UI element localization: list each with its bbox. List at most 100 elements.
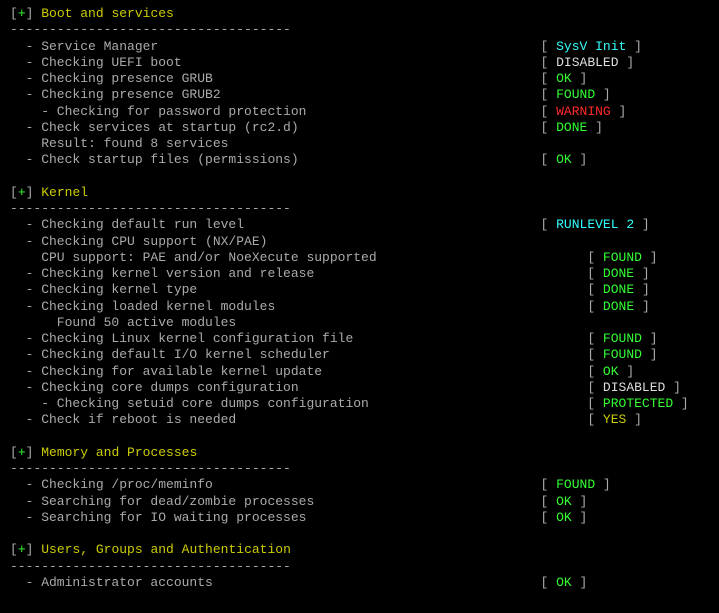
- section-header: [+] Kernel: [10, 185, 709, 201]
- status-bracket: [: [541, 575, 557, 590]
- bracket: ]: [26, 6, 42, 21]
- check-line: - Checking CPU support (NX/PAE): [10, 234, 709, 250]
- check-label: - Checking /proc/meminfo: [10, 477, 213, 492]
- status-value: DISABLED: [556, 55, 618, 70]
- blank-line: [10, 591, 709, 607]
- bracket: ]: [26, 445, 42, 460]
- status-bracket: [: [541, 152, 557, 167]
- status-bracket: ]: [626, 412, 642, 427]
- status-bracket: [: [587, 299, 603, 314]
- check-line: - Check services at startup (rc2.d) [ DO…: [10, 120, 709, 136]
- status-bracket: [: [541, 71, 557, 86]
- status-value: DONE: [603, 299, 634, 314]
- divider: ------------------------------------: [10, 201, 709, 217]
- status-bracket: [: [541, 120, 557, 135]
- status-value: OK: [556, 494, 572, 509]
- plus-icon: +: [18, 445, 26, 460]
- status-bracket: ]: [572, 494, 588, 509]
- check-label: - Checking loaded kernel modules: [10, 299, 275, 314]
- status-bracket: ]: [642, 347, 658, 362]
- status-bracket: ]: [634, 266, 650, 281]
- check-label: - Checking presence GRUB2: [10, 87, 221, 102]
- status-bracket: ]: [611, 104, 627, 119]
- status-bracket: ]: [673, 396, 689, 411]
- status-value: DONE: [556, 120, 587, 135]
- status-bracket: [: [587, 266, 603, 281]
- section-header: [+] Users, Groups and Authentication: [10, 542, 709, 558]
- status-value: YES: [603, 412, 626, 427]
- status-bracket: ]: [572, 71, 588, 86]
- check-line: - Checking loaded kernel modules [ DONE …: [10, 299, 709, 315]
- check-line: - Checking default I/O kernel scheduler …: [10, 347, 709, 363]
- bracket: ]: [26, 542, 42, 557]
- status-bracket: [: [541, 217, 557, 232]
- status-value: OK: [556, 575, 572, 590]
- check-label: - Checking for password protection: [10, 104, 306, 119]
- status-bracket: ]: [619, 364, 635, 379]
- status-bracket: [: [587, 412, 603, 427]
- section-title: Users, Groups and Authentication: [41, 542, 291, 557]
- check-line: Found 50 active modules: [10, 315, 709, 331]
- status-value: RUNLEVEL 2: [556, 217, 634, 232]
- status-bracket: ]: [634, 299, 650, 314]
- section-title: Kernel: [41, 185, 88, 200]
- status-bracket: [: [587, 364, 603, 379]
- check-line: - Checking for password protection [ WAR…: [10, 104, 709, 120]
- blank-line: [10, 526, 709, 542]
- status-value: FOUND: [603, 250, 642, 265]
- check-label: - Check services at startup (rc2.d): [10, 120, 299, 135]
- status-bracket: [: [587, 347, 603, 362]
- section-title: Memory and Processes: [41, 445, 197, 460]
- blank-line: [10, 429, 709, 445]
- check-label: - Checking kernel version and release: [10, 266, 314, 281]
- check-label: - Checking Linux kernel configuration fi…: [10, 331, 353, 346]
- status-bracket: [: [587, 282, 603, 297]
- plus-icon: +: [18, 6, 26, 21]
- status-bracket: [: [541, 39, 557, 54]
- status-bracket: [: [587, 250, 603, 265]
- check-label: CPU support: PAE and/or NoeXecute suppor…: [10, 250, 377, 265]
- check-line: - Checking setuid core dumps configurati…: [10, 396, 709, 412]
- check-line: - Checking /proc/meminfo [ FOUND ]: [10, 477, 709, 493]
- check-label: - Check startup files (permissions): [10, 152, 299, 167]
- status-value: FOUND: [556, 87, 595, 102]
- status-bracket: [: [587, 380, 603, 395]
- status-value: SysV Init: [556, 39, 626, 54]
- status-bracket: [: [541, 104, 557, 119]
- bracket: [: [10, 445, 18, 460]
- check-line: - Searching for dead/zombie processes [ …: [10, 494, 709, 510]
- status-value: OK: [556, 71, 572, 86]
- status-bracket: ]: [634, 217, 650, 232]
- check-line: - Checking core dumps configuration [ DI…: [10, 380, 709, 396]
- status-bracket: [: [541, 87, 557, 102]
- check-line: - Checking Linux kernel configuration fi…: [10, 331, 709, 347]
- check-label: - Searching for dead/zombie processes: [10, 494, 314, 509]
- blank-line: [10, 169, 709, 185]
- section-header: [+] Memory and Processes: [10, 445, 709, 461]
- status-bracket: ]: [626, 39, 642, 54]
- check-label: - Administrator accounts: [10, 575, 213, 590]
- check-line: - Administrator accounts [ OK ]: [10, 575, 709, 591]
- status-value: PROTECTED: [603, 396, 673, 411]
- section-title: Boot and services: [41, 6, 174, 21]
- status-value: OK: [556, 510, 572, 525]
- status-bracket: ]: [642, 250, 658, 265]
- check-line: CPU support: PAE and/or NoeXecute suppor…: [10, 250, 709, 266]
- bracket: [: [10, 542, 18, 557]
- check-line: - Checking presence GRUB [ OK ]: [10, 71, 709, 87]
- check-label: - Checking core dumps configuration: [10, 380, 299, 395]
- check-label: - Checking default run level: [10, 217, 244, 232]
- plus-icon: +: [18, 542, 26, 557]
- plus-icon: +: [18, 185, 26, 200]
- check-label: - Service Manager: [10, 39, 158, 54]
- status-bracket: ]: [587, 120, 603, 135]
- status-value: DONE: [603, 282, 634, 297]
- check-line: - Checking kernel type [ DONE ]: [10, 282, 709, 298]
- bracket: [: [10, 185, 18, 200]
- check-line: - Check if reboot is needed [ YES ]: [10, 412, 709, 428]
- check-label: Result: found 8 services: [10, 136, 228, 151]
- check-label: - Searching for IO waiting processes: [10, 510, 306, 525]
- bracket: ]: [26, 185, 42, 200]
- status-bracket: [: [541, 477, 557, 492]
- status-bracket: [: [541, 510, 557, 525]
